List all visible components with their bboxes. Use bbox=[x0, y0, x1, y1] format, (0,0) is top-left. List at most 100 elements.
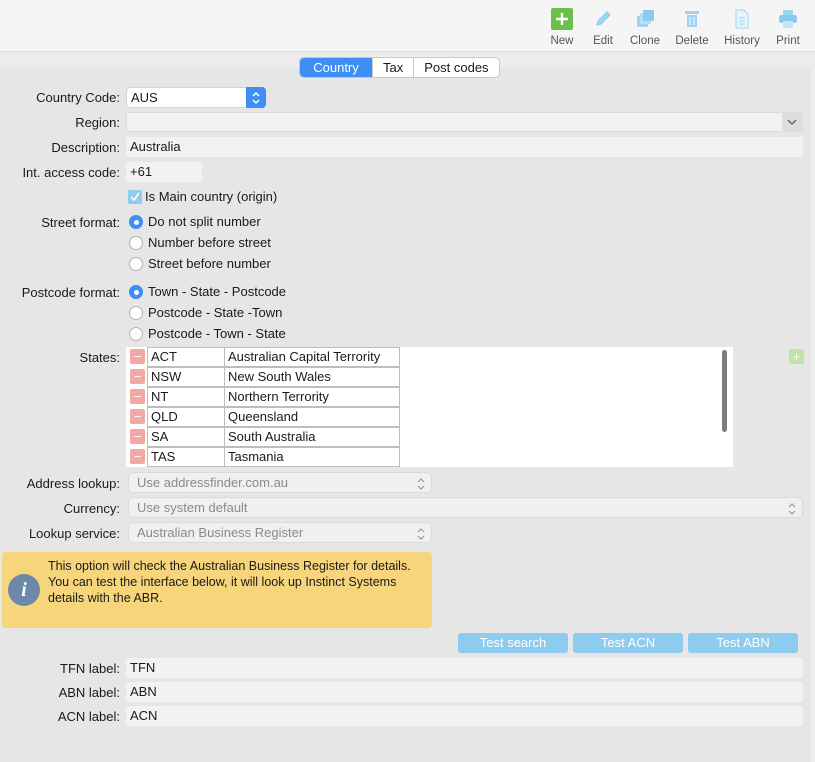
country-code-label: Country Code: bbox=[36, 90, 120, 105]
int-access-label: Int. access code: bbox=[22, 165, 120, 180]
clone-label: Clone bbox=[629, 35, 661, 47]
country-code-select[interactable]: AUS bbox=[126, 87, 266, 108]
radio-icon bbox=[129, 256, 143, 271]
street-format-label: Street format: bbox=[41, 215, 120, 230]
info-box: i This option will check the Australian … bbox=[2, 552, 432, 628]
states-label: States: bbox=[79, 350, 120, 365]
lookup-service-value: Australian Business Register bbox=[137, 525, 304, 540]
updown-chevron-icon bbox=[417, 476, 425, 495]
postcode-option-label: Town - State - Postcode bbox=[148, 284, 287, 299]
region-select[interactable] bbox=[126, 112, 803, 132]
tab-bar: Country Tax Post codes bbox=[299, 57, 500, 78]
state-code[interactable]: TAS bbox=[147, 447, 225, 467]
postcode-option-label: Postcode - State -Town bbox=[148, 305, 283, 320]
info-line: This option will check the Australian Bu… bbox=[48, 559, 411, 573]
currency-value: Use system default bbox=[137, 500, 248, 515]
remove-icon[interactable]: − bbox=[130, 409, 145, 424]
test-acn-button[interactable]: Test ACN bbox=[573, 633, 683, 653]
history-label: History bbox=[724, 35, 760, 47]
radio-selected-icon bbox=[129, 284, 143, 299]
info-text: This option will check the Australian Bu… bbox=[48, 558, 423, 606]
street-option-1[interactable]: Number before street bbox=[129, 235, 271, 250]
clone-icon bbox=[635, 9, 655, 32]
postcode-format-label: Postcode format: bbox=[21, 285, 120, 300]
remove-icon[interactable]: − bbox=[130, 449, 145, 464]
main-country-checkbox[interactable]: Is Main country (origin) bbox=[128, 189, 277, 204]
print-label: Print bbox=[776, 35, 800, 47]
delete-button[interactable]: Delete bbox=[667, 8, 717, 47]
state-code[interactable]: ACT bbox=[147, 347, 225, 367]
state-name[interactable]: New South Wales bbox=[224, 367, 400, 387]
acn-label: ACN label: bbox=[57, 709, 120, 724]
address-lookup-label: Address lookup: bbox=[26, 476, 120, 491]
print-button[interactable]: Print bbox=[763, 8, 813, 47]
lookup-service-select[interactable]: Australian Business Register bbox=[128, 522, 432, 543]
updown-chevron-icon bbox=[788, 501, 796, 520]
abn-field[interactable]: ABN bbox=[126, 682, 803, 702]
acn-field[interactable]: ACN bbox=[126, 706, 803, 726]
tab-tax[interactable]: Tax bbox=[372, 58, 413, 77]
radio-icon bbox=[129, 305, 143, 320]
checkmark-icon bbox=[128, 189, 142, 204]
state-code[interactable]: SA bbox=[147, 427, 225, 447]
tab-country[interactable]: Country bbox=[300, 58, 372, 77]
remove-icon[interactable]: − bbox=[130, 349, 145, 364]
country-code-value: AUS bbox=[131, 90, 158, 105]
radio-selected-icon bbox=[129, 214, 143, 229]
remove-icon[interactable]: − bbox=[130, 369, 145, 384]
document-icon bbox=[732, 9, 752, 32]
updown-chevron-icon bbox=[246, 87, 266, 108]
trash-icon bbox=[682, 9, 702, 32]
test-abn-button[interactable]: Test ABN bbox=[688, 633, 798, 653]
tfn-label: TFN label: bbox=[60, 661, 120, 676]
postcode-option-2[interactable]: Postcode - Town - State bbox=[129, 326, 286, 341]
state-name[interactable]: Queensland bbox=[224, 407, 400, 427]
pencil-icon bbox=[593, 9, 613, 32]
main-country-label: Is Main country (origin) bbox=[145, 189, 278, 204]
state-code[interactable]: NT bbox=[147, 387, 225, 407]
street-option-label: Do not split number bbox=[148, 214, 261, 229]
postcode-option-1[interactable]: Postcode - State -Town bbox=[129, 305, 282, 320]
state-name[interactable]: Australian Capital Terrority bbox=[224, 347, 400, 367]
remove-icon[interactable]: − bbox=[130, 389, 145, 404]
states-list: − ACT Australian Capital Terrority − NSW… bbox=[126, 347, 733, 467]
history-button[interactable]: History bbox=[717, 8, 767, 47]
info-line: You can test the interface below, it wil… bbox=[48, 575, 397, 605]
tfn-field[interactable]: TFN bbox=[126, 658, 803, 678]
test-search-button[interactable]: Test search bbox=[458, 633, 568, 653]
plus-icon bbox=[551, 7, 573, 33]
address-lookup-value: Use addressfinder.com.au bbox=[137, 475, 289, 490]
state-code[interactable]: NSW bbox=[147, 367, 225, 387]
street-option-2[interactable]: Street before number bbox=[129, 256, 271, 271]
printer-icon bbox=[778, 9, 798, 32]
radio-icon bbox=[129, 326, 143, 341]
address-lookup-select[interactable]: Use addressfinder.com.au bbox=[128, 472, 432, 493]
currency-select[interactable]: Use system default bbox=[128, 497, 803, 518]
delete-label: Delete bbox=[675, 35, 709, 47]
region-label: Region: bbox=[75, 115, 120, 130]
abn-label: ABN label: bbox=[58, 685, 120, 700]
chevron-down-icon bbox=[782, 113, 802, 131]
radio-icon bbox=[129, 235, 143, 250]
scrollbar[interactable] bbox=[722, 350, 727, 432]
int-access-field[interactable]: +61 bbox=[126, 162, 202, 182]
state-name[interactable]: Tasmania bbox=[224, 447, 400, 467]
toolbar: New Edit Clone Delete History Print bbox=[0, 0, 815, 52]
updown-chevron-icon bbox=[417, 526, 425, 545]
clone-button[interactable]: Clone bbox=[620, 8, 670, 47]
remove-icon[interactable]: − bbox=[130, 429, 145, 444]
tab-post-codes[interactable]: Post codes bbox=[413, 58, 498, 77]
postcode-option-0[interactable]: Town - State - Postcode bbox=[129, 284, 286, 299]
state-name[interactable]: South Australia bbox=[224, 427, 400, 447]
lookup-service-label: Lookup service: bbox=[28, 526, 120, 541]
description-label: Description: bbox=[51, 140, 120, 155]
add-state-icon[interactable]: + bbox=[789, 349, 804, 364]
currency-label: Currency: bbox=[63, 501, 120, 516]
state-name[interactable]: Northern Terrority bbox=[224, 387, 400, 407]
street-option-0[interactable]: Do not split number bbox=[129, 214, 261, 229]
description-field[interactable]: Australia bbox=[126, 137, 803, 157]
info-icon: i bbox=[8, 574, 40, 606]
street-option-label: Street before number bbox=[148, 256, 271, 271]
state-code[interactable]: QLD bbox=[147, 407, 225, 427]
postcode-option-label: Postcode - Town - State bbox=[148, 326, 286, 341]
